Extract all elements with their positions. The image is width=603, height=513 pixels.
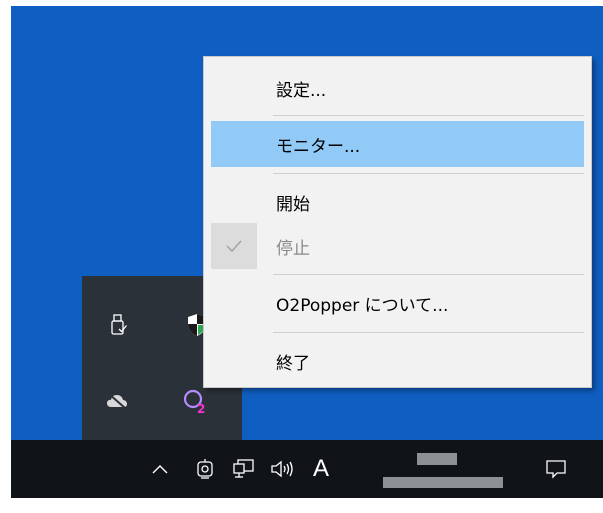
taskbar: A (11, 440, 603, 498)
menu-item-start[interactable]: 開始 (211, 179, 584, 225)
ime-mode-label: A (312, 455, 329, 482)
chevron-up-icon[interactable] (146, 440, 174, 498)
volume-icon[interactable] (265, 440, 301, 498)
clock-date-blurred (383, 477, 503, 488)
meet-now-icon[interactable] (192, 440, 218, 498)
cloud-offline-icon[interactable] (102, 386, 132, 416)
o2popper-icon[interactable]: 2 (180, 386, 210, 416)
menu-item-about[interactable]: O2Popper について... (211, 280, 584, 326)
svg-text:2: 2 (197, 402, 205, 416)
menu-item-label: 設定... (276, 80, 327, 101)
menu-item-label: O2Popper について... (276, 295, 449, 316)
menu-item-label: 開始 (276, 194, 310, 215)
clock-time-blurred (417, 453, 457, 465)
ime-mode-indicator[interactable]: A (306, 440, 336, 498)
checkmark-icon (211, 223, 257, 269)
usb-drive-icon[interactable] (104, 310, 134, 340)
menu-item-exit[interactable]: 終了 (211, 338, 584, 384)
menu-separator (273, 274, 584, 275)
menu-separator (273, 115, 584, 116)
o2popper-context-menu: 設定... モニター... 開始 停止 O2Popper について... 終了 (203, 56, 592, 388)
menu-separator (273, 332, 584, 333)
menu-item-stop[interactable]: 停止 (211, 223, 584, 269)
notification-icon[interactable] (538, 440, 574, 498)
menu-item-label: 終了 (276, 353, 310, 374)
clock-area[interactable] (373, 440, 513, 498)
network-icon[interactable] (229, 440, 259, 498)
menu-separator (273, 173, 584, 174)
menu-item-settings[interactable]: 設定... (211, 65, 584, 111)
menu-item-monitor[interactable]: モニター... (211, 121, 584, 167)
menu-item-label: モニター... (276, 136, 361, 157)
menu-item-label: 停止 (276, 238, 310, 259)
